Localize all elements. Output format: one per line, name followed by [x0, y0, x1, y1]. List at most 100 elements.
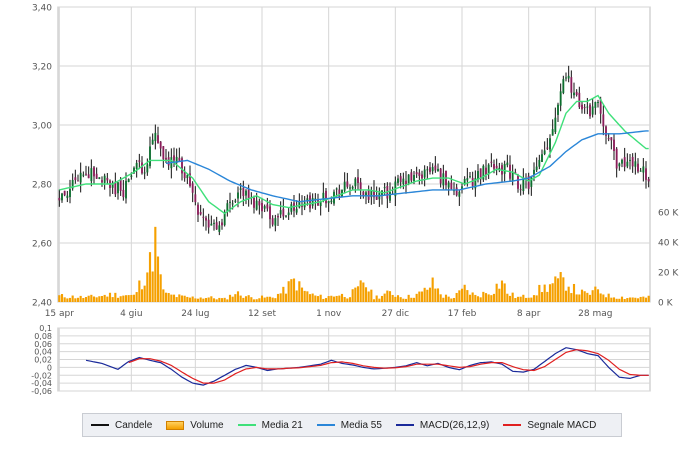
candle-body — [343, 181, 346, 191]
candle-body — [237, 192, 239, 199]
volume-bar — [540, 292, 544, 302]
candle-body — [234, 200, 237, 202]
candle-body — [298, 201, 301, 208]
volume-bar — [450, 298, 453, 302]
volume-tick-label: 0 K — [658, 299, 674, 309]
volume-bar — [130, 294, 133, 302]
candle-body — [167, 157, 170, 166]
candle-body — [573, 92, 575, 96]
legend-item-media55: Media 55 — [316, 420, 382, 431]
candle-body — [194, 194, 197, 203]
x-tick-label: 15 apr — [45, 309, 75, 319]
candle-body — [591, 106, 594, 115]
candle-body — [215, 222, 218, 230]
y-tick-label: 3,00 — [32, 122, 52, 132]
x-tick-label: 17 feb — [448, 309, 477, 319]
candle-body — [74, 177, 77, 181]
candle-body — [255, 200, 258, 210]
candle-body — [149, 146, 151, 167]
legend-swatch-candele — [91, 424, 109, 426]
volume-bar — [71, 295, 74, 302]
volume-bar — [426, 289, 429, 302]
volume-bar — [391, 294, 394, 302]
volume-bar — [551, 283, 554, 302]
candle-body — [618, 163, 621, 167]
volume-bar — [519, 296, 522, 302]
candle-body — [610, 137, 613, 141]
volume-bar — [514, 298, 517, 302]
candle-body — [330, 200, 333, 203]
x-tick-label: 12 set — [248, 309, 277, 319]
volume-bar — [252, 299, 256, 302]
candle-body — [434, 165, 437, 171]
candle-body — [418, 172, 421, 176]
candle-body — [253, 197, 255, 208]
volume-bar — [247, 295, 250, 302]
volume-bar — [180, 295, 184, 302]
candle-body — [87, 174, 90, 179]
volume-bar — [348, 297, 352, 302]
candle-body — [469, 176, 471, 178]
volume-bar — [538, 284, 541, 302]
chart-legend: Candele Volume Media 21 Media 55 MACD(26… — [82, 413, 622, 437]
volume-bar — [636, 298, 640, 302]
volume-bar — [354, 287, 357, 302]
volume-bar — [583, 291, 586, 302]
candle-body — [191, 183, 194, 193]
volume-bar — [487, 294, 490, 302]
candle-body — [221, 222, 223, 226]
volume-bar — [210, 296, 213, 302]
volume-bar — [58, 295, 61, 302]
volume-bar — [322, 298, 325, 302]
legend-item-candele: Candele — [91, 420, 152, 431]
volume-bar — [618, 298, 621, 302]
volume-bar — [628, 297, 632, 302]
volume-bar — [340, 293, 344, 302]
candle-body — [69, 189, 71, 198]
volume-bar — [402, 298, 405, 302]
candle-body — [570, 77, 573, 93]
volume-bar — [372, 299, 376, 302]
legend-item-volume: Volume — [166, 420, 224, 431]
volume-bar — [148, 252, 152, 302]
volume-bar — [620, 296, 624, 302]
volume-tick-label: 60 K — [658, 209, 679, 219]
candle-body — [503, 163, 506, 174]
volume-bar — [103, 294, 106, 302]
volume-bar — [378, 298, 381, 302]
volume-bar — [431, 277, 434, 302]
candle-body — [271, 218, 274, 225]
candle-body — [407, 174, 410, 184]
volume-bar — [567, 286, 570, 302]
volume-bar — [604, 297, 608, 302]
candle-body — [543, 150, 546, 154]
legend-label-media21: Media 21 — [261, 419, 303, 431]
candle-body — [493, 164, 495, 169]
candle-body — [159, 141, 162, 149]
volume-bar — [434, 288, 437, 302]
candle-body — [322, 192, 325, 200]
candle-body — [103, 175, 106, 183]
volume-bar — [234, 294, 237, 302]
legend-label-macd: MACD(26,12,9) — [419, 419, 490, 431]
candle-body — [562, 79, 565, 93]
volume-bar — [132, 294, 136, 302]
candle-body — [229, 201, 231, 203]
candle-body — [546, 147, 549, 149]
candle-body — [162, 146, 165, 160]
volume-bar — [522, 294, 525, 302]
volume-bar — [383, 293, 386, 302]
y-tick-label: 2,60 — [32, 240, 52, 250]
candle-body — [586, 106, 589, 108]
volume-bar — [498, 288, 501, 302]
candle-body — [335, 188, 338, 190]
volume-bar — [220, 298, 224, 302]
volume-bar — [471, 292, 474, 302]
volume-bar — [154, 226, 157, 302]
volume-bar — [100, 296, 104, 302]
volume-bar — [500, 280, 504, 302]
x-tick-label: 1 nov — [316, 309, 342, 319]
volume-bar — [143, 285, 146, 302]
volume-bar — [314, 295, 317, 302]
volume-bar — [223, 297, 226, 302]
